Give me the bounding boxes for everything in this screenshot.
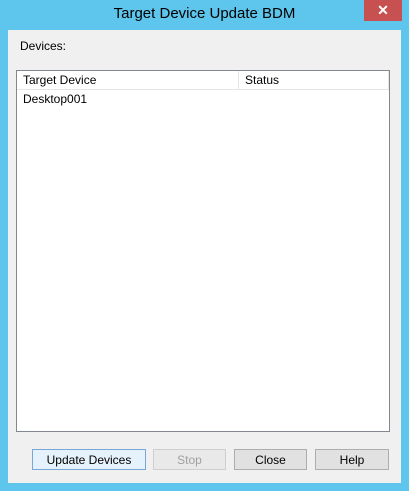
devices-list[interactable]: Target Device Status Desktop001 bbox=[16, 70, 390, 432]
title-bar[interactable]: Target Device Update BDM ✕ bbox=[0, 0, 409, 30]
close-icon: ✕ bbox=[377, 2, 389, 18]
target-device-cell: Desktop001 bbox=[23, 92, 88, 106]
column-header-target-device[interactable]: Target Device bbox=[17, 71, 239, 89]
update-devices-button[interactable]: Update Devices bbox=[32, 449, 146, 470]
close-button[interactable]: Close bbox=[234, 449, 307, 470]
close-window-button[interactable]: ✕ bbox=[364, 0, 402, 21]
list-header: Target Device Status bbox=[17, 71, 389, 90]
dialog-window: Target Device Update BDM ✕ Devices: Targ… bbox=[0, 0, 409, 491]
column-header-status[interactable]: Status bbox=[239, 71, 389, 89]
dialog-client-area: Devices: Target Device Status Desktop001… bbox=[8, 30, 401, 483]
window-title: Target Device Update BDM bbox=[113, 5, 296, 22]
list-item[interactable]: Desktop001 bbox=[17, 91, 389, 108]
help-button[interactable]: Help bbox=[315, 449, 389, 470]
stop-button[interactable]: Stop bbox=[153, 449, 226, 470]
devices-label: Devices: bbox=[20, 39, 67, 53]
